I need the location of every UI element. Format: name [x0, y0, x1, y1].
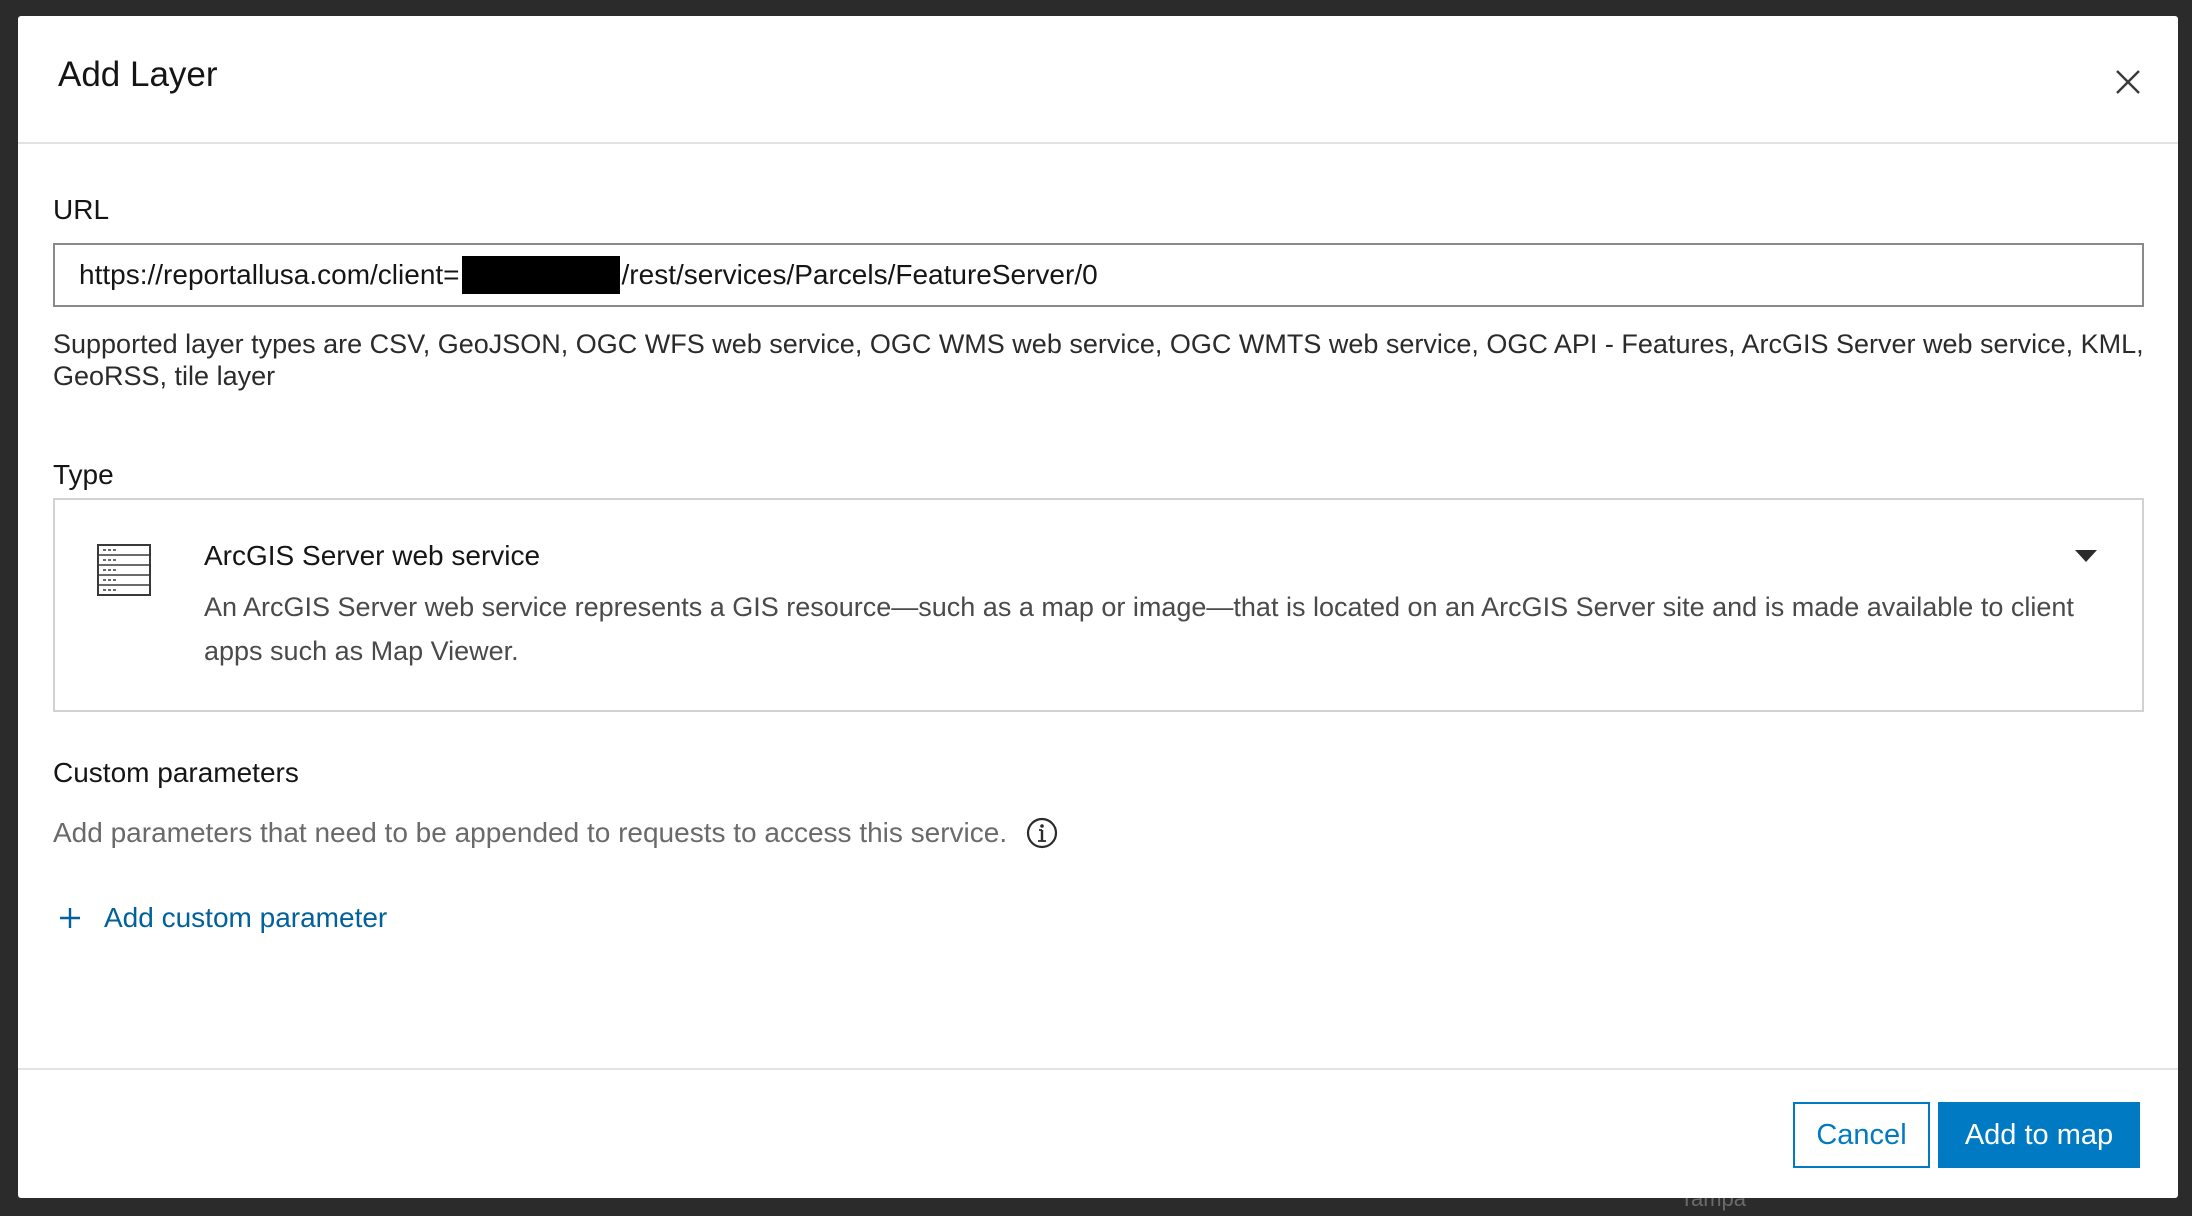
- service-list-icon: [97, 544, 151, 596]
- url-input[interactable]: https://reportallusa.com/client= /rest/se…: [53, 243, 2144, 307]
- add-custom-parameter-label: Add custom parameter: [104, 902, 388, 933]
- add-layer-dialog: Add Layer URL https://reportallusa.com/c…: [18, 16, 2178, 1198]
- custom-parameters-text: Add parameters that need to be appended …: [53, 817, 1008, 848]
- add-to-map-button[interactable]: Add to map: [1938, 1102, 2140, 1168]
- close-button[interactable]: [2104, 58, 2152, 106]
- type-label: Type: [53, 459, 114, 490]
- info-icon[interactable]: [1025, 816, 1059, 850]
- footer-divider: [18, 1068, 2178, 1070]
- selected-type-description: An ArcGIS Server web service represents …: [204, 592, 2074, 666]
- plus-icon: [60, 908, 80, 928]
- add-custom-parameter-button[interactable]: Add custom parameter: [56, 902, 387, 934]
- chevron-down-icon: [2075, 550, 2097, 562]
- url-label: URL: [53, 194, 110, 225]
- custom-parameters-label: Custom parameters: [53, 757, 299, 788]
- url-value-suffix: /rest/services/Parcels/FeatureServer/0: [621, 259, 1098, 290]
- cancel-button[interactable]: Cancel: [1793, 1102, 1930, 1168]
- url-value-prefix: https://reportallusa.com/client=: [79, 259, 460, 290]
- selected-type-title: ArcGIS Server web service: [204, 540, 541, 571]
- dialog-title: Add Layer: [58, 55, 218, 94]
- redaction-block: [461, 256, 620, 294]
- layer-type-select[interactable]: ArcGIS Server web service An ArcGIS Serv…: [53, 498, 2144, 712]
- supported-types-hint: Supported layer types are CSV, GeoJSON, …: [53, 329, 2144, 391]
- dialog-header: Add Layer: [18, 16, 2178, 144]
- close-icon: [2116, 70, 2140, 94]
- custom-parameters-description: Add parameters that need to be appended …: [53, 816, 1059, 850]
